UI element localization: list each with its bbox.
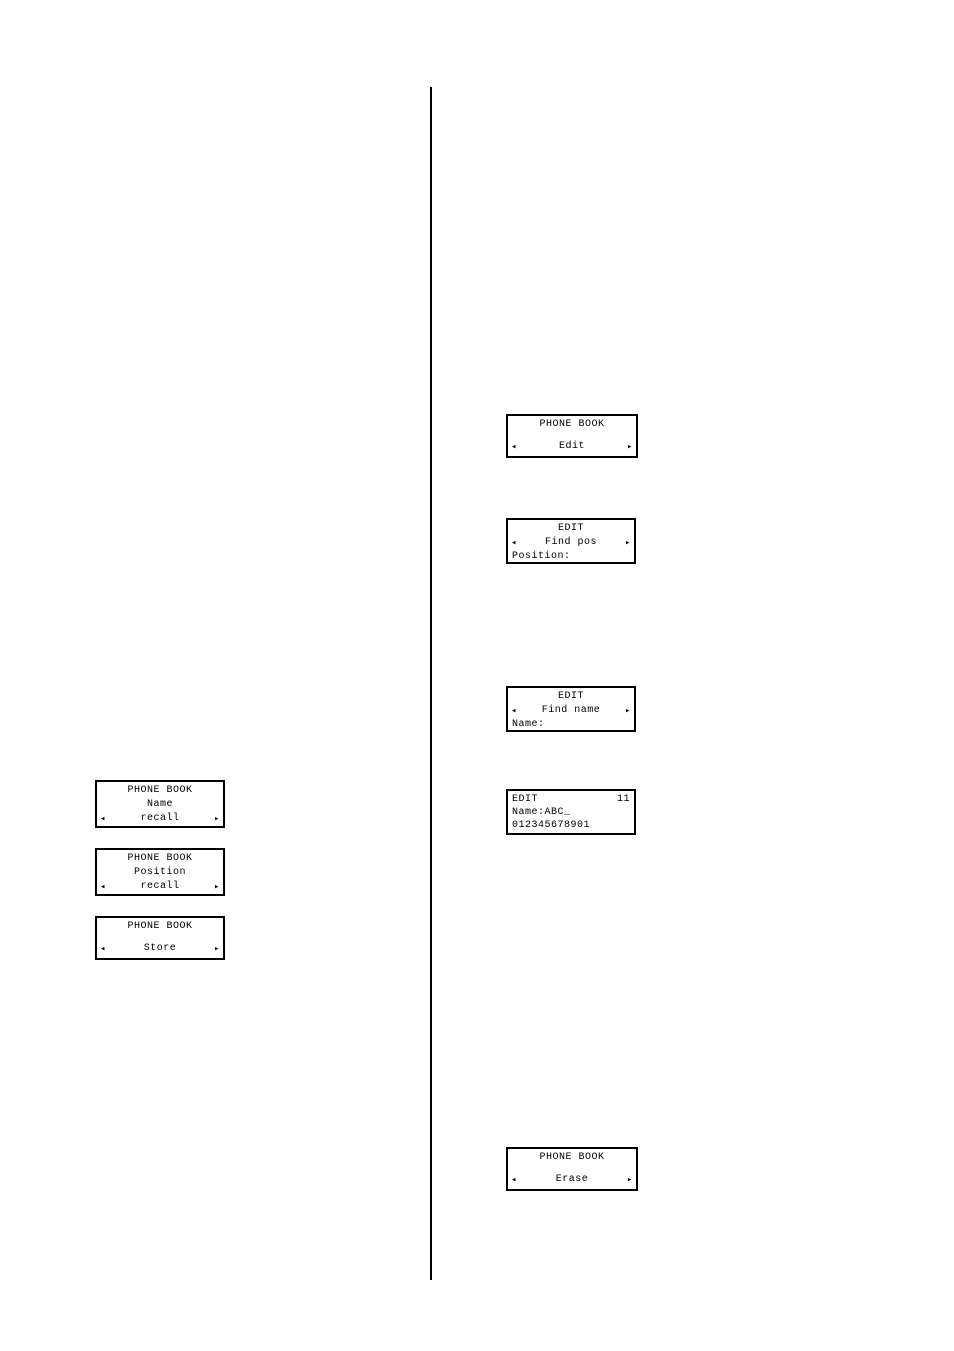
lcd-find-pos: EDIT ◂ Find pos ▸ Position: [506, 518, 636, 564]
lcd-erase: PHONE BOOK ◂ Erase ▸ [506, 1147, 638, 1191]
lcd-title: PHONE BOOK [99, 920, 221, 934]
lcd-edit: PHONE BOOK ◂ Edit ▸ [506, 414, 638, 458]
lcd-line2: Store [144, 942, 177, 956]
arrow-right-icon: ▸ [213, 812, 221, 826]
arrow-right-icon: ▸ [624, 536, 632, 550]
arrow-right-icon: ▸ [626, 1173, 634, 1187]
column-divider [430, 87, 432, 1280]
lcd-line3: Position: [510, 550, 632, 564]
arrow-right-icon: ▸ [624, 704, 632, 718]
arrow-left-icon: ◂ [99, 880, 107, 894]
lcd-title: PHONE BOOK [99, 852, 221, 866]
arrow-left-icon: ◂ [510, 1173, 518, 1187]
lcd-title: PHONE BOOK [510, 418, 634, 432]
lcd-name-recall: PHONE BOOK Name ◂ recall ▸ [95, 780, 225, 828]
lcd-left: EDIT [510, 793, 538, 807]
lcd-line3: recall [140, 880, 179, 894]
lcd-line3: 012345678901 [510, 819, 632, 833]
lcd-line3: recall [140, 812, 179, 826]
arrow-right-icon: ▸ [626, 440, 634, 454]
lcd-line2: Name:ABC_ [510, 806, 632, 820]
arrow-left-icon: ◂ [510, 536, 518, 550]
lcd-title: PHONE BOOK [510, 1151, 634, 1165]
lcd-line2: Edit [559, 440, 585, 454]
arrow-right-icon: ▸ [213, 942, 221, 956]
lcd-right: 11 [617, 793, 632, 807]
lcd-title: EDIT [510, 690, 632, 704]
lcd-line2: Find pos [545, 536, 597, 550]
lcd-line2: Name [99, 798, 221, 812]
lcd-edit-entry: EDIT 11 Name:ABC_ 012345678901 [506, 789, 636, 835]
arrow-left-icon: ◂ [99, 812, 107, 826]
lcd-store: PHONE BOOK ◂ Store ▸ [95, 916, 225, 960]
lcd-find-name: EDIT ◂ Find name ▸ Name: [506, 686, 636, 732]
lcd-line3: Name: [510, 718, 632, 732]
lcd-line2: Erase [556, 1173, 589, 1187]
lcd-position-recall: PHONE BOOK Position ◂ recall ▸ [95, 848, 225, 896]
arrow-left-icon: ◂ [510, 440, 518, 454]
arrow-left-icon: ◂ [510, 704, 518, 718]
arrow-right-icon: ▸ [213, 880, 221, 894]
lcd-line2: Position [99, 866, 221, 880]
lcd-line2: Find name [542, 704, 601, 718]
arrow-left-icon: ◂ [99, 942, 107, 956]
lcd-title: EDIT [510, 522, 632, 536]
lcd-title: PHONE BOOK [99, 784, 221, 798]
